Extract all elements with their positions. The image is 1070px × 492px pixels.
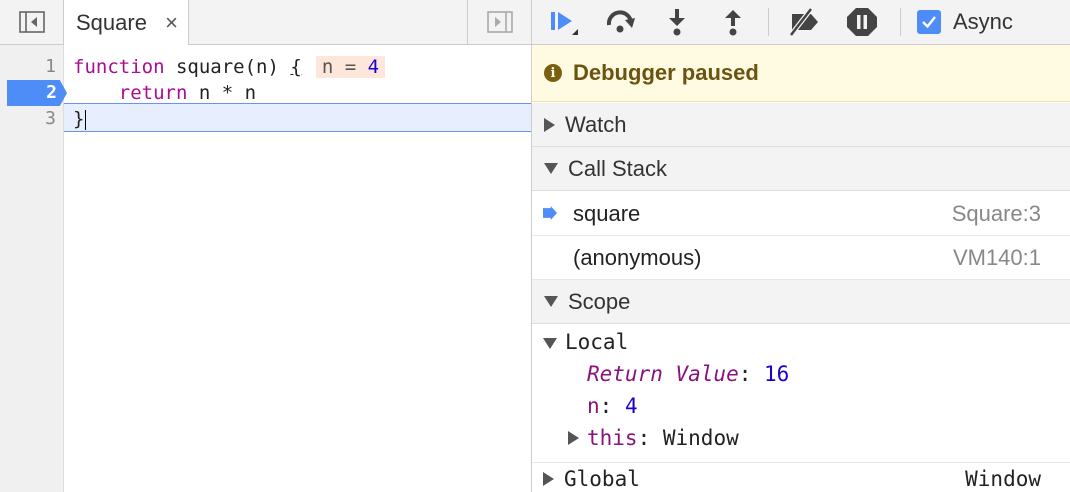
scope-global-label: Global xyxy=(564,467,640,491)
expand-arrow-icon xyxy=(543,472,554,486)
code-line-3: } xyxy=(64,106,87,132)
call-frame[interactable]: square Square:3 xyxy=(532,192,1070,236)
collapse-arrow-icon xyxy=(543,338,557,349)
property-value: 4 xyxy=(624,394,638,418)
toggle-debugger-icon xyxy=(486,11,513,33)
toolbar-separator xyxy=(900,8,901,36)
code-text: square(n) xyxy=(164,56,291,78)
checkbox-checked-icon[interactable] xyxy=(917,10,941,34)
async-label: Async xyxy=(953,9,1013,34)
pause-on-exceptions-icon xyxy=(847,8,877,36)
colon: : xyxy=(738,362,765,386)
call-frame-name: square xyxy=(573,200,641,226)
resume-button[interactable] xyxy=(545,3,585,41)
inline-variable-name: n = xyxy=(321,56,368,78)
debugger-sidebar: Async i Debugger paused Watch Call Stack… xyxy=(531,0,1070,492)
debugger-toolbar: Async xyxy=(532,0,1070,45)
section-call-stack-title: Call Stack xyxy=(568,155,668,181)
close-icon[interactable]: × xyxy=(165,10,178,36)
debugger-paused-banner: i Debugger paused xyxy=(532,45,1070,102)
deactivate-breakpoints-button[interactable] xyxy=(785,3,825,41)
scope-global[interactable]: Global Window xyxy=(532,462,1070,492)
colon: : xyxy=(599,394,625,418)
property-value: Window xyxy=(662,426,739,450)
text-caret xyxy=(85,109,87,130)
toggle-debugger-button[interactable] xyxy=(467,0,531,44)
code-line-1: function square(n) { n = 4 xyxy=(64,54,386,80)
paused-message: Debugger paused xyxy=(573,60,759,85)
inline-variable-value: n = 4 xyxy=(315,56,386,78)
info-icon: i xyxy=(544,64,562,82)
section-scope[interactable]: Scope xyxy=(532,280,1070,324)
inline-variable-number: 4 xyxy=(367,56,380,78)
step-into-button[interactable] xyxy=(657,3,697,41)
toggle-navigator-icon xyxy=(18,11,45,33)
colon: : xyxy=(637,426,663,450)
scope-property[interactable]: Return Value: 16 xyxy=(532,358,1070,390)
editor-pane: Square × 1 2 3 function square(n) { n = 4… xyxy=(0,0,531,492)
deactivate-breakpoints-icon xyxy=(789,7,818,37)
scope-property[interactable]: n: 4 xyxy=(532,390,1070,422)
scope-local-label: Local xyxy=(565,330,629,354)
section-watch[interactable]: Watch xyxy=(532,103,1070,147)
keyword-return: return xyxy=(118,82,188,104)
call-frame-name: (anonymous) xyxy=(573,244,702,270)
property-name: Return Value xyxy=(587,362,739,386)
call-frame-location[interactable]: VM140:1 xyxy=(953,245,1041,271)
call-frame[interactable]: (anonymous) VM140:1 xyxy=(532,236,1070,280)
section-call-stack[interactable]: Call Stack xyxy=(532,147,1070,191)
property-value: 16 xyxy=(764,362,790,386)
step-over-button[interactable] xyxy=(601,3,641,41)
resume-icon xyxy=(551,12,578,35)
closing-brace: } xyxy=(73,108,85,130)
code-editor[interactable]: function square(n) { n = 4 return n * n } xyxy=(64,45,531,492)
brace: { xyxy=(290,56,302,78)
execution-line-highlight xyxy=(64,103,531,132)
file-tab-square[interactable]: Square × xyxy=(64,0,189,45)
pause-on-exceptions-button[interactable] xyxy=(842,3,882,41)
collapse-arrow-icon xyxy=(544,296,558,307)
property-name: n xyxy=(587,394,600,418)
scope-global-value: Window xyxy=(965,467,1041,491)
scope-local[interactable]: Local xyxy=(532,326,1070,358)
line-number[interactable]: 3 xyxy=(0,106,64,132)
expand-arrow-icon xyxy=(544,117,555,132)
scope-property[interactable]: this: Window xyxy=(532,422,1070,454)
step-over-icon xyxy=(606,10,635,33)
line-number-gutter[interactable]: 1 2 3 xyxy=(0,45,67,492)
expand-arrow-icon xyxy=(568,431,579,445)
editor-tab-bar: Square × xyxy=(0,0,531,45)
toolbar-separator xyxy=(768,8,769,36)
step-out-icon xyxy=(725,10,741,36)
step-into-icon xyxy=(669,9,685,36)
line-number[interactable]: 1 xyxy=(0,54,64,80)
current-frame-arrow-icon xyxy=(543,206,557,220)
file-tab-label: Square xyxy=(76,9,147,35)
step-out-button[interactable] xyxy=(713,3,753,41)
breakpoint-marker[interactable]: 2 xyxy=(7,80,67,106)
keyword-function: function xyxy=(73,56,165,78)
code-line-2: return n * n xyxy=(64,80,256,106)
collapse-arrow-icon xyxy=(544,163,558,174)
property-name: this xyxy=(587,426,638,450)
section-scope-title: Scope xyxy=(568,288,631,314)
code-text: n * n xyxy=(187,82,257,104)
toggle-navigator-button[interactable] xyxy=(0,0,64,44)
section-watch-title: Watch xyxy=(565,111,627,137)
call-frame-location[interactable]: Square:3 xyxy=(952,201,1041,227)
async-checkbox[interactable]: Async xyxy=(917,6,1013,38)
